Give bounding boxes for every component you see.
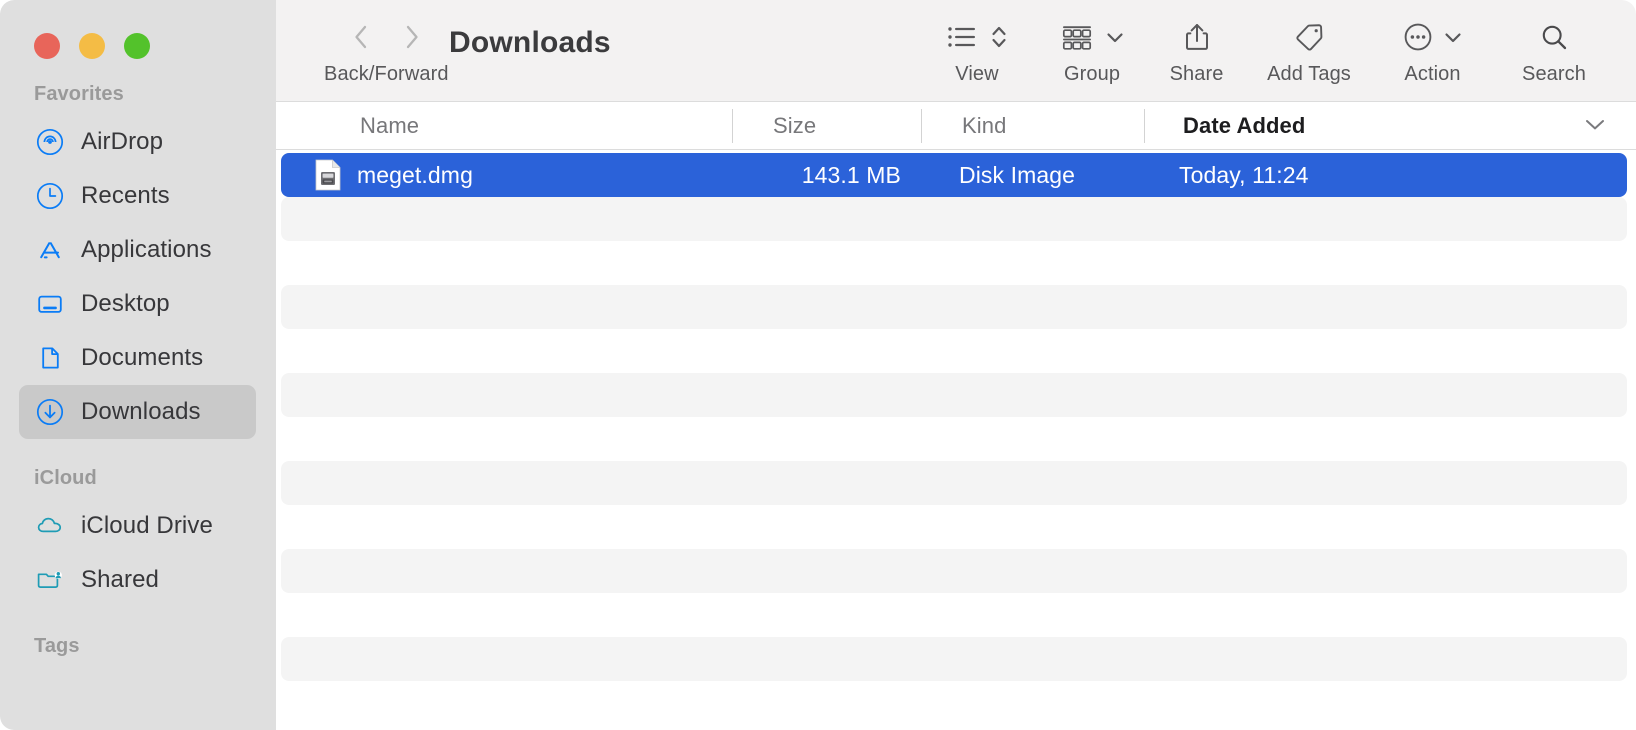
page-title: Downloads xyxy=(449,26,611,59)
back-forward-control[interactable]: Back/Forward xyxy=(276,0,449,86)
empty-row[interactable] xyxy=(281,417,1627,461)
column-headers: Name Size Kind Date Added xyxy=(276,101,1636,150)
add-tags-caption: Add Tags xyxy=(1267,63,1351,85)
tag-icon xyxy=(1293,22,1325,57)
view-glyphs xyxy=(947,22,1008,56)
sidebar-item-downloads[interactable]: Downloads xyxy=(19,385,256,439)
maximize-window-button[interactable] xyxy=(124,33,150,59)
file-name-cell: meget.dmg xyxy=(281,159,732,191)
search-icon xyxy=(1539,22,1569,57)
file-date-added-cell: Today, 11:24 xyxy=(1179,161,1309,188)
add-tags-glyphs xyxy=(1293,22,1325,56)
downloads-icon xyxy=(35,397,65,427)
file-list[interactable]: meget.dmg 143.1 MB Disk Image Today, 11:… xyxy=(276,150,1636,730)
group-icon xyxy=(1060,24,1094,55)
share-glyphs xyxy=(1183,22,1211,56)
column-header-name[interactable]: Name xyxy=(276,102,732,149)
empty-row[interactable] xyxy=(281,637,1627,681)
chevron-down-icon[interactable] xyxy=(1581,113,1609,139)
empty-row[interactable] xyxy=(281,505,1627,549)
empty-row[interactable] xyxy=(281,549,1627,593)
share-button[interactable]: Share xyxy=(1148,0,1245,86)
applications-icon xyxy=(35,235,65,265)
sidebar-item-icloud-drive[interactable]: iCloud Drive xyxy=(19,499,256,553)
sidebar-item-label: iCloud Drive xyxy=(81,512,213,539)
back-forward-glyphs xyxy=(350,22,423,56)
sidebar-item-applications[interactable]: Applications xyxy=(19,223,256,277)
sidebar-item-shared[interactable]: Shared xyxy=(19,553,256,607)
empty-row[interactable] xyxy=(281,241,1627,285)
column-header-size-label: Size xyxy=(773,112,817,138)
stepper-updown-icon[interactable] xyxy=(990,23,1008,56)
ellipsis-circle-icon xyxy=(1403,22,1433,57)
chevron-down-icon[interactable] xyxy=(1443,30,1463,49)
sidebar-item-airdrop[interactable]: AirDrop xyxy=(19,115,256,169)
airdrop-icon xyxy=(35,127,65,157)
sidebar-item-label: AirDrop xyxy=(81,128,164,155)
empty-row[interactable] xyxy=(281,197,1627,241)
view-caption: View xyxy=(955,63,999,85)
chevron-down-icon[interactable] xyxy=(1105,30,1125,49)
sidebar-section-tags-title: Tags xyxy=(34,635,80,657)
share-caption: Share xyxy=(1169,63,1224,85)
back-forward-caption: Back/Forward xyxy=(324,63,449,85)
document-icon xyxy=(35,343,65,373)
empty-row[interactable] xyxy=(281,681,1627,725)
search-caption: Search xyxy=(1522,63,1586,85)
group-button[interactable]: Group xyxy=(1036,0,1148,86)
cloud-icon xyxy=(35,511,65,541)
column-header-date-added-label: Date Added xyxy=(1183,112,1306,138)
main-pane: Back/Forward Downloads View Group Share … xyxy=(276,0,1636,730)
sidebar-item-desktop[interactable]: Desktop xyxy=(19,277,256,331)
sidebar-section-favorites-title: Favorites xyxy=(34,83,124,105)
sidebar: Favorites AirDrop Recents Applications D… xyxy=(0,0,276,730)
disk-image-file-icon xyxy=(314,159,342,191)
action-glyphs xyxy=(1403,22,1463,56)
search-glyphs xyxy=(1539,22,1569,56)
group-caption: Group xyxy=(1063,63,1121,85)
empty-row[interactable] xyxy=(281,373,1627,417)
sidebar-sections: Favorites AirDrop Recents Applications D… xyxy=(0,59,276,667)
sidebar-item-label: Shared xyxy=(81,566,159,593)
sidebar-section-icloud-title: iCloud xyxy=(34,467,97,489)
column-header-kind[interactable]: Kind xyxy=(922,102,1144,149)
action-button[interactable]: Action xyxy=(1373,0,1492,86)
close-window-button[interactable] xyxy=(34,33,60,59)
chevron-left-icon[interactable] xyxy=(350,22,372,57)
sidebar-item-recents[interactable]: Recents xyxy=(19,169,256,223)
add-tags-button[interactable]: Add Tags xyxy=(1245,0,1373,86)
column-header-size[interactable]: Size xyxy=(733,102,921,149)
sidebar-item-label: Downloads xyxy=(81,398,201,425)
traffic-lights xyxy=(0,0,276,59)
group-glyphs xyxy=(1060,22,1125,56)
shared-folder-icon xyxy=(35,565,65,595)
view-button[interactable]: View xyxy=(918,0,1036,86)
minimize-window-button[interactable] xyxy=(79,33,105,59)
empty-row[interactable] xyxy=(281,329,1627,373)
list-view-icon xyxy=(947,24,977,55)
file-kind-cell: Disk Image xyxy=(959,161,1076,188)
empty-row[interactable] xyxy=(281,593,1627,637)
column-header-name-label: Name xyxy=(360,112,420,138)
search-button[interactable]: Search xyxy=(1492,0,1636,86)
finder-window: Favorites AirDrop Recents Applications D… xyxy=(0,0,1636,730)
file-size-cell: 143.1 MB xyxy=(801,161,901,188)
sidebar-item-label: Desktop xyxy=(81,290,170,317)
table-row[interactable]: meget.dmg 143.1 MB Disk Image Today, 11:… xyxy=(281,153,1627,197)
sidebar-item-label: Documents xyxy=(81,344,204,371)
sidebar-item-documents[interactable]: Documents xyxy=(19,331,256,385)
column-header-kind-label: Kind xyxy=(962,112,1007,138)
toolbar: Back/Forward Downloads View Group Share … xyxy=(276,0,1636,101)
sidebar-item-label: Recents xyxy=(81,182,170,209)
file-name-label: meget.dmg xyxy=(357,161,473,188)
share-icon xyxy=(1183,21,1211,58)
column-header-date-added[interactable]: Date Added xyxy=(1145,102,1636,149)
chevron-right-icon[interactable] xyxy=(401,22,423,57)
clock-icon xyxy=(35,181,65,211)
sidebar-item-label: Applications xyxy=(81,236,212,263)
empty-row[interactable] xyxy=(281,461,1627,505)
empty-row[interactable] xyxy=(281,285,1627,329)
action-caption: Action xyxy=(1404,63,1461,85)
desktop-icon xyxy=(35,289,65,319)
